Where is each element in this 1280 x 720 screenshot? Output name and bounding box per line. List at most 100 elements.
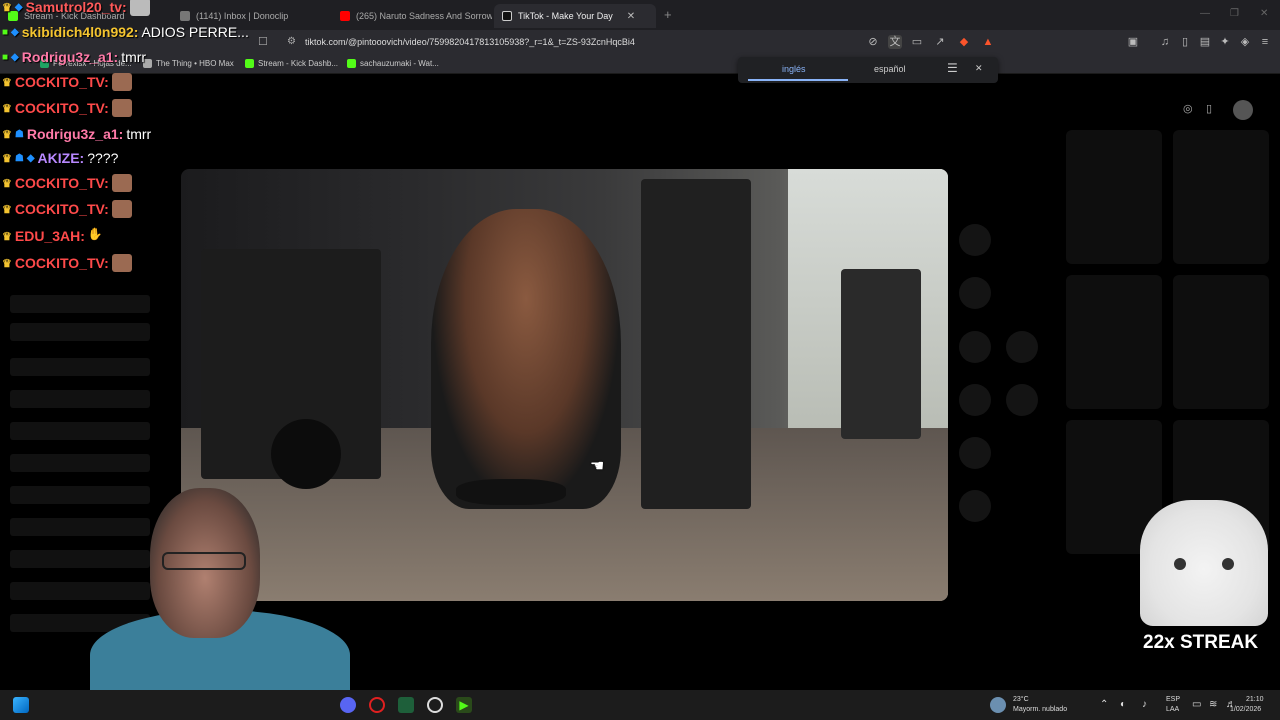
crown-badge-icon: ♛	[2, 152, 12, 165]
profile-avatar[interactable]	[1233, 100, 1253, 120]
sidebar-icon[interactable]: ▣	[1126, 35, 1140, 49]
vpn-icon[interactable]: ◈	[1238, 35, 1252, 49]
site-info-icon[interactable]: ⚙	[287, 36, 296, 47]
windows-start-icon[interactable]	[13, 697, 29, 713]
donoclip-icon	[180, 11, 190, 21]
chat-message: ♛ COCKITO_TV:	[2, 71, 132, 93]
translate-target-language[interactable]: español	[874, 64, 906, 74]
cat-emote-image	[1140, 500, 1268, 626]
action-button[interactable]	[959, 490, 991, 522]
maximize-icon[interactable]: ❐	[1230, 8, 1239, 19]
translate-options-icon[interactable]: ☰	[947, 61, 958, 75]
obs-icon[interactable]	[427, 697, 443, 713]
close-window-icon[interactable]: ✕	[1260, 8, 1268, 19]
translate-popup: inglés español ☰ ✕	[738, 57, 998, 83]
terminal-icon[interactable]	[398, 697, 414, 713]
tab-tiktok[interactable]: TikTok - Make Your Day ✕	[494, 4, 656, 28]
weather-temp: 23°C	[1013, 696, 1029, 703]
tray-chevron-icon[interactable]: ⌃	[1100, 699, 1108, 710]
chat-username: COCKITO_TV:	[14, 100, 109, 116]
translate-close-icon[interactable]: ✕	[975, 63, 983, 74]
chat-message: ■ ◆ Rodrigu3z_a1: tmrr	[2, 46, 146, 68]
clock-date[interactable]: 1/02/2026	[1230, 706, 1261, 713]
brave-shield-icon[interactable]: ◆	[957, 35, 971, 49]
clock-time[interactable]: 21:10	[1246, 696, 1264, 703]
taskbar: ▶ 23°C Mayorm. nublado ⌃ ◐ ♪ ESP LAA ▭ ≋…	[0, 690, 1280, 720]
autoscroll-icon[interactable]: ◎	[1183, 102, 1193, 115]
leo-icon[interactable]: ✦	[1218, 35, 1232, 49]
sub-badge-icon: ◆	[11, 51, 19, 63]
hand-cursor-icon: ☚	[590, 458, 605, 475]
crown-badge-icon: ♛	[2, 1, 12, 14]
cast-icon[interactable]: ▭	[910, 35, 924, 49]
brave-rewards-icon[interactable]: ▲	[981, 35, 995, 49]
crown-badge-icon: ♛	[2, 128, 12, 141]
chat-text: tmrr	[121, 49, 147, 65]
chat-skeleton	[10, 486, 150, 504]
chat-username: Samutrol20_tv:	[25, 0, 127, 15]
chat-skeleton	[10, 518, 150, 536]
share-icon[interactable]: ↗	[933, 35, 947, 49]
translate-source-language[interactable]: inglés	[782, 64, 806, 74]
related-video-thumb[interactable]	[1173, 130, 1269, 264]
tracking-icon[interactable]: ⊘	[866, 35, 880, 49]
close-tab-icon[interactable]: ✕	[627, 11, 635, 22]
chat-username: AKIZE:	[37, 150, 85, 166]
chat-skeleton	[10, 550, 150, 568]
chat-text: tmrr	[126, 126, 152, 142]
tab-label: TikTok - Make Your Day	[518, 11, 613, 21]
display-tray-icon[interactable]: ▭	[1192, 699, 1201, 710]
related-video-thumb[interactable]	[1173, 275, 1269, 409]
emote-icon	[111, 254, 132, 272]
action-button[interactable]	[959, 384, 991, 416]
weather-icon[interactable]	[990, 697, 1006, 713]
translate-icon[interactable]: 文	[888, 35, 902, 49]
machine-seat	[456, 479, 566, 505]
crown-badge-icon: ♛	[2, 102, 12, 115]
panel-icon[interactable]: ▯	[1178, 35, 1192, 49]
sub-badge-icon: ☗	[14, 128, 24, 140]
url-text[interactable]: tiktok.com/@pintooovich/video/7599820417…	[305, 37, 635, 47]
phone-icon[interactable]: ▯	[1206, 102, 1212, 115]
tab-youtube[interactable]: (265) Naruto Sadness And Sorrow 1	[332, 4, 492, 28]
discord-icon[interactable]	[340, 697, 356, 713]
wallet-icon[interactable]: ▤	[1198, 35, 1212, 49]
mic-tray-icon[interactable]: ♪	[1142, 699, 1147, 710]
kick-app-icon[interactable]: ▶	[456, 697, 472, 713]
music-icon[interactable]: ♫	[1158, 35, 1172, 49]
chat-message: ♛ ◆ Samutrol20_tv:	[2, 0, 150, 18]
network-tray-icon[interactable]: ◐	[1120, 699, 1126, 710]
minimize-icon[interactable]: —	[1200, 8, 1210, 19]
language-top[interactable]: ESP	[1166, 696, 1180, 703]
sub-badge-icon: ☗	[14, 152, 24, 164]
chat-username: Rodrigu3z_a1:	[26, 126, 124, 142]
comment-button[interactable]	[959, 277, 991, 309]
language-bottom[interactable]: LAA	[1166, 706, 1179, 713]
action-button[interactable]	[1006, 384, 1038, 416]
opera-icon[interactable]	[369, 697, 385, 713]
chat-message: ♛ COCKITO_TV:	[2, 97, 132, 119]
save-button[interactable]	[959, 331, 991, 363]
tab-label: (265) Naruto Sadness And Sorrow 1	[356, 11, 492, 21]
bookmark-sachauzumaki[interactable]: sachauzumaki - Wat...	[347, 59, 439, 68]
crown-badge-icon: ♛	[2, 177, 12, 190]
related-video-thumb[interactable]	[1066, 130, 1162, 264]
like-button[interactable]	[959, 224, 991, 256]
chat-text: ADIOS PERRE...	[141, 24, 249, 40]
chat-username: COCKITO_TV:	[14, 74, 109, 90]
sub-badge-icon: ◆	[14, 1, 23, 13]
chat-message: ♛ COCKITO_TV:	[2, 172, 132, 194]
chat-skeleton	[10, 295, 150, 313]
share-button[interactable]	[1006, 331, 1038, 363]
sub-badge-icon: ■	[2, 51, 9, 63]
menu-icon[interactable]: ≡	[1258, 35, 1272, 49]
crown-badge-icon: ♛	[2, 76, 12, 89]
new-tab-button[interactable]: +	[664, 7, 672, 22]
bookmark-label: sachauzumaki - Wat...	[360, 59, 439, 68]
related-video-thumb[interactable]	[1066, 275, 1162, 409]
bookmark-icon[interactable]: ☐	[258, 35, 268, 48]
bookmark-kick-dashboard[interactable]: Stream - Kick Dashb...	[245, 59, 338, 68]
action-button[interactable]	[959, 437, 991, 469]
wifi-tray-icon[interactable]: ≋	[1209, 699, 1217, 710]
bookmark-hbo[interactable]: The Thing • HBO Max	[143, 59, 234, 68]
